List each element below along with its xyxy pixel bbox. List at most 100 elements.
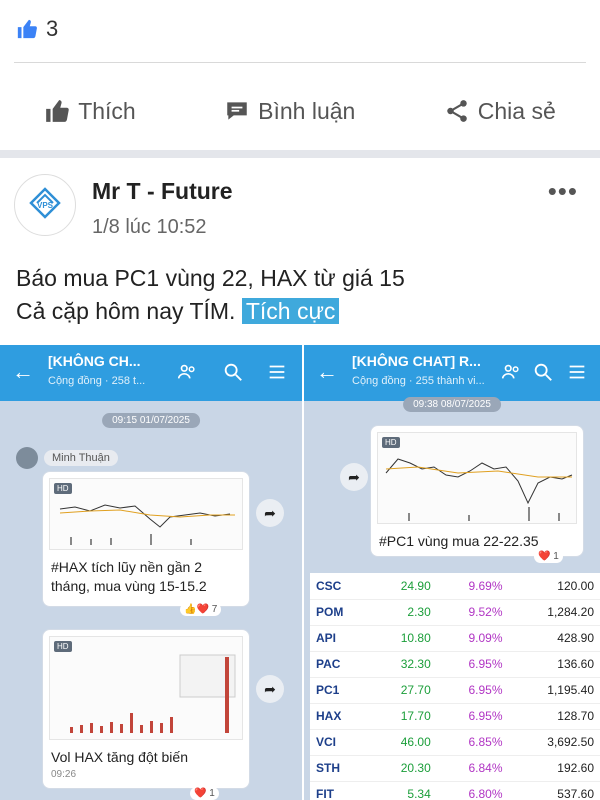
table-row[interactable]: API 10.80 9.09% 428.90: [310, 625, 600, 652]
share-icon: [447, 100, 467, 122]
table-row[interactable]: PC1 27.70 6.95% 1,195.40: [310, 677, 600, 704]
post-actions: Thích Bình luận Chia sẻ: [0, 78, 600, 144]
table-row[interactable]: STH 20.30 6.84% 192.60: [310, 755, 600, 782]
message-text: Vol HAX tăng đột biến: [51, 749, 188, 765]
price-cell: 17.70: [371, 703, 437, 730]
attached-image-right[interactable]: ← [KHÔNG CHAT] R... Cộng đồng · 255 thàn…: [304, 345, 600, 800]
ticker-symbol: VCI: [310, 729, 372, 756]
ticker-symbol: PC1: [310, 677, 372, 704]
message-reactions[interactable]: ❤️ 1: [534, 550, 563, 563]
chat-message[interactable]: HD #PC1 vùng mua 22-22.35: [370, 425, 584, 557]
date-separator: 09:38 08/07/2025: [403, 397, 501, 412]
message-text: #HAX tích lũy nền gần 2 tháng, mua vùng …: [51, 559, 207, 594]
table-row[interactable]: HAX 17.70 6.95% 128.70: [310, 703, 600, 730]
hd-badge: HD: [54, 483, 72, 494]
back-arrow-icon: ←: [12, 359, 34, 384]
menu-icon: [269, 365, 285, 379]
like-label: Thích: [78, 97, 136, 124]
volume-cell: 192.60: [508, 755, 600, 782]
message-sender: Minh Thuận: [16, 447, 118, 469]
post-header: VPS Mr T - Future 1/8 lúc 10:52 •••: [0, 158, 600, 258]
highlight-tag: Tích cực: [241, 298, 340, 324]
price-cell: 27.70: [371, 677, 437, 704]
comment-label: Bình luận: [258, 97, 356, 124]
author-avatar[interactable]: VPS: [14, 174, 76, 236]
ticker-symbol: API: [310, 625, 372, 652]
change-percent-cell: 6.95%: [436, 651, 509, 678]
post-line-1: Báo mua PC1 vùng 22, HAX từ giá 15: [16, 265, 405, 291]
reactions-summary[interactable]: 3: [0, 0, 600, 58]
svg-text:VPS: VPS: [37, 201, 54, 210]
back-arrow-icon: ←: [316, 359, 338, 384]
table-row[interactable]: FIT 5.34 6.80% 537.60: [310, 781, 600, 800]
comment-icon: [227, 102, 247, 120]
vps-logo-icon: VPS: [29, 187, 61, 219]
volume-cell: 1,284.20: [508, 599, 600, 626]
search-icon: [224, 363, 242, 381]
chat-topbar: ← [KHÔNG CHAT] R... Cộng đồng · 255 thàn…: [304, 345, 600, 401]
members-icon: [501, 364, 519, 379]
volume-cell: 1,195.40: [508, 677, 600, 704]
date-separator: 09:15 01/07/2025: [102, 413, 200, 428]
like-icon: [46, 100, 69, 122]
comment-button[interactable]: Bình luận: [224, 98, 355, 125]
message-reactions[interactable]: 👍❤️ 7: [180, 603, 222, 616]
volume-cell: 428.90: [508, 625, 600, 652]
table-row[interactable]: POM 2.30 9.52% 1,284.20: [310, 599, 600, 626]
volume-chart-thumbnail: HD: [49, 636, 243, 740]
chart-thumbnail: HD: [377, 432, 577, 524]
post-body: Báo mua PC1 vùng 22, HAX từ giá 15 Cả cặ…: [16, 262, 586, 328]
chat-topbar: ← [KHÔNG CH... Cộng đồng · 258 t...: [0, 345, 302, 401]
change-percent-cell: 6.84%: [436, 755, 509, 782]
ticker-symbol: POM: [310, 599, 372, 626]
post-time[interactable]: 1/8 lúc 10:52: [92, 216, 207, 239]
price-cell: 24.90: [371, 573, 437, 600]
table-row[interactable]: VCI 46.00 6.85% 3,692.50: [310, 729, 600, 756]
attached-image-left[interactable]: ← [KHÔNG CH... Cộng đồng · 258 t... 09:1…: [0, 345, 302, 800]
change-percent-cell: 6.85%: [436, 729, 509, 756]
chat-title: [KHÔNG CHAT] R...: [352, 353, 481, 369]
share-button[interactable]: Chia sẻ: [444, 98, 556, 125]
sender-name: Minh Thuận: [44, 450, 118, 466]
chat-message[interactable]: HD #HAX tích lũy nền gần 2 tháng, mua vù…: [42, 471, 250, 607]
stock-chart-image: [59, 504, 235, 545]
chat-message[interactable]: HD Vol HAX tăng đột biến 09:26: [42, 629, 250, 789]
volume-cell: 120.00: [508, 573, 600, 600]
hd-badge: HD: [54, 641, 72, 652]
more-options-icon[interactable]: •••: [548, 176, 578, 207]
ticker-symbol: FIT: [310, 781, 372, 800]
message-reactions[interactable]: ❤️ 1: [190, 787, 219, 800]
forward-icon[interactable]: ➦: [256, 499, 284, 527]
like-button[interactable]: Thích: [44, 98, 136, 125]
chat-subtitle: Cộng đồng · 255 thành vi...: [352, 375, 485, 387]
ticker-symbol: PAC: [310, 651, 372, 678]
forward-icon[interactable]: ➦: [340, 463, 368, 491]
stock-chart-image: [385, 458, 573, 521]
table-row[interactable]: PAC 32.30 6.95% 136.60: [310, 651, 600, 678]
change-percent-cell: 6.80%: [436, 781, 509, 800]
volume-cell: 136.60: [508, 651, 600, 678]
thumbs-up-icon: [16, 18, 38, 40]
hd-badge: HD: [382, 437, 400, 448]
volume-chart-image: [70, 654, 236, 733]
price-cell: 20.30: [371, 755, 437, 782]
table-row[interactable]: CSC 24.90 9.69% 120.00: [310, 573, 600, 600]
price-cell: 10.80: [371, 625, 437, 652]
price-cell: 46.00: [371, 729, 437, 756]
change-percent-cell: 9.69%: [436, 573, 509, 600]
members-icon: [177, 364, 195, 379]
ticker-symbol: STH: [310, 755, 372, 782]
price-cell: 2.30: [371, 599, 437, 626]
search-icon: [534, 363, 552, 381]
chat-title: [KHÔNG CH...: [48, 353, 141, 369]
forward-icon[interactable]: ➦: [256, 675, 284, 703]
share-label: Chia sẻ: [477, 97, 556, 124]
ticker-symbol: HAX: [310, 703, 372, 730]
post-line-2: Cả cặp hôm nay TÍM. Tích cực: [16, 295, 586, 328]
change-percent-cell: 9.52%: [436, 599, 509, 626]
divider: [14, 62, 586, 63]
author-name[interactable]: Mr T - Future: [92, 178, 233, 205]
chat-subtitle: Cộng đồng · 258 t...: [48, 375, 146, 387]
ticker-symbol: CSC: [310, 573, 372, 600]
volume-cell: 128.70: [508, 703, 600, 730]
